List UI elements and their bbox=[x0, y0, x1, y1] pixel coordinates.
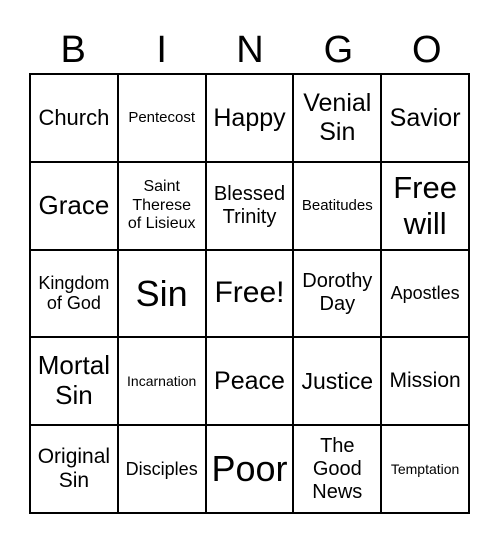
bingo-cell[interactable]: Grace bbox=[30, 161, 118, 250]
bingo-cell[interactable]: Peace bbox=[205, 337, 294, 426]
bingo-cell[interactable]: Dorothy Day bbox=[293, 249, 382, 338]
bingo-cell[interactable]: Beatitudes bbox=[293, 161, 382, 250]
bingo-cell[interactable]: Justice bbox=[293, 337, 382, 426]
bingo-cell[interactable]: Kingdom of God bbox=[30, 249, 118, 338]
header-letter-b: B bbox=[60, 29, 86, 71]
header-letter-o: O bbox=[412, 29, 442, 71]
bingo-cell[interactable]: Apostles bbox=[381, 249, 469, 338]
bingo-cell[interactable]: Pentecost bbox=[117, 74, 206, 162]
header-letter-n: N bbox=[236, 29, 264, 71]
bingo-cell[interactable]: Mission bbox=[381, 337, 469, 426]
bingo-cell[interactable]: Free! bbox=[205, 249, 294, 338]
bingo-cell[interactable]: Happy bbox=[205, 74, 294, 162]
bingo-cell[interactable]: Original Sin bbox=[30, 425, 118, 513]
bingo-header: B I N G O bbox=[29, 28, 471, 72]
bingo-cell[interactable]: Blessed Trinity bbox=[205, 161, 294, 250]
bingo-cell[interactable]: Poor bbox=[205, 425, 294, 513]
bingo-cell[interactable]: Savior bbox=[381, 74, 469, 162]
bingo-cell[interactable]: Incarnation bbox=[117, 337, 206, 426]
bingo-grid: Church Pentecost Happy Venial Sin Savior… bbox=[29, 73, 470, 514]
bingo-cell[interactable]: Saint Therese of Lisieux bbox=[117, 161, 206, 250]
bingo-cell[interactable]: Church bbox=[30, 74, 118, 162]
bingo-cell[interactable]: Sin bbox=[117, 249, 206, 338]
header-letter-i: I bbox=[156, 29, 167, 71]
bingo-cell[interactable]: Mortal Sin bbox=[30, 337, 118, 426]
header-letter-g: G bbox=[323, 29, 354, 71]
bingo-cell[interactable]: Temptation bbox=[381, 425, 469, 513]
bingo-cell[interactable]: Venial Sin bbox=[293, 74, 382, 162]
bingo-cell[interactable]: The Good News bbox=[293, 425, 382, 513]
bingo-cell[interactable]: Free will bbox=[381, 161, 469, 250]
bingo-cell[interactable]: Disciples bbox=[117, 425, 206, 513]
